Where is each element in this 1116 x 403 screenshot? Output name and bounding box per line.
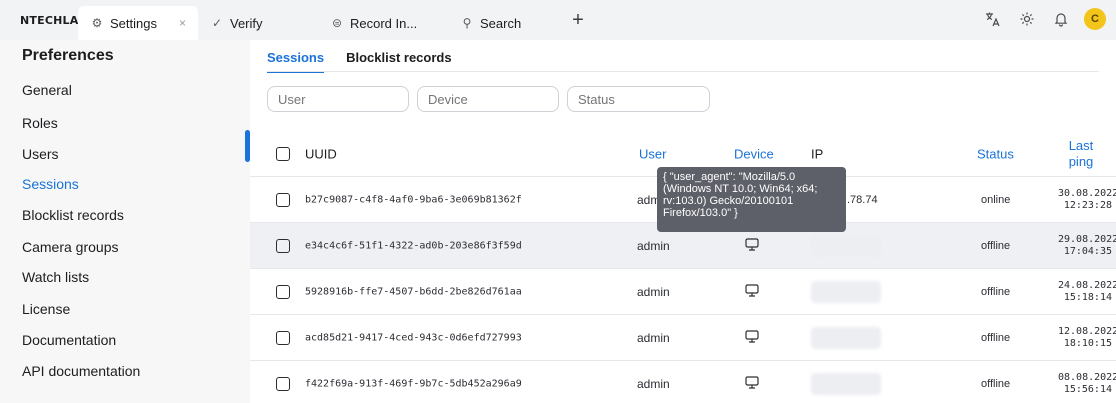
column-device[interactable]: Device (734, 147, 774, 162)
gear-icon: ⚙ (91, 16, 103, 30)
close-icon[interactable]: × (179, 16, 186, 30)
avatar[interactable]: C (1084, 8, 1106, 30)
tab-settings[interactable]: ⚙ Settings × (78, 6, 198, 40)
sidebar: Preferences General Roles Users Sessions… (0, 40, 250, 403)
sidebar-item-license[interactable]: License (22, 301, 70, 317)
session-uuid: f422f69a-913f-469f-9b7c-5db452a296a9 (305, 378, 522, 389)
ping-date: 29.08.2022 (1058, 233, 1116, 245)
session-last-ping: 29.08.2022 17:04:35 (1058, 234, 1116, 258)
session-status: offline (981, 377, 1011, 390)
sidebar-item-sessions[interactable]: Sessions (22, 176, 79, 192)
sidebar-title: Preferences (22, 47, 114, 64)
sidebar-item-general[interactable]: General (22, 82, 72, 98)
session-last-ping: 24.08.2022 15:18:14 (1058, 280, 1116, 304)
session-last-ping: 30.08.2022 12:23:28 (1058, 188, 1116, 212)
tab-record-index[interactable]: ⊜ Record In... (318, 6, 448, 40)
sidebar-item-api-documentation[interactable]: API documentation (22, 363, 140, 379)
sidebar-item-users[interactable]: Users (22, 146, 59, 162)
session-ip-redacted (811, 280, 881, 303)
record-icon: ⊜ (331, 16, 343, 30)
brand-logo[interactable]: NTECHLAB (0, 14, 87, 27)
ping-time: 12:23:28 (1063, 199, 1112, 211)
column-status[interactable]: Status (977, 147, 1014, 162)
row-checkbox[interactable] (276, 192, 290, 207)
tab-sessions[interactable]: Sessions (267, 50, 325, 73)
session-last-ping: 08.08.2022 15:56:14 (1058, 372, 1116, 396)
ping-time: 15:56:14 (1063, 383, 1112, 395)
session-uuid: acd85d21-9417-4ced-943c-0d6efd727993 (305, 332, 522, 343)
session-last-ping: 12.08.2022 18:10:15 (1058, 326, 1116, 350)
session-ip-redacted (811, 326, 881, 349)
user-filter-input[interactable] (267, 86, 409, 112)
top-tab-bar: NTECHLAB ⚙ Settings × ✓ Verify ⊜ Record … (0, 0, 1116, 40)
session-user: admin (637, 238, 670, 253)
column-ip: IP (811, 146, 824, 162)
monitor-icon[interactable] (745, 283, 759, 300)
subtabs: Sessions Blocklist records (267, 50, 452, 73)
sidebar-item-camera-groups[interactable]: Camera groups (22, 239, 119, 255)
tab-verify[interactable]: ✓ Verify (198, 6, 298, 40)
column-last-ping[interactable]: Last ping (1058, 138, 1104, 170)
row-checkbox[interactable] (276, 376, 290, 391)
ping-date: 24.08.2022 (1058, 279, 1116, 291)
tab-blocklist-records[interactable]: Blocklist records (346, 50, 452, 73)
session-uuid: 5928916b-ffe7-4507-b6dd-2be826d761aa (305, 286, 522, 297)
ping-date: 30.08.2022 (1058, 187, 1116, 199)
row-checkbox[interactable] (276, 330, 290, 345)
subtabs-divider (267, 71, 1099, 72)
column-uuid: UUID (305, 146, 337, 162)
tab-label: Verify (230, 15, 263, 31)
ping-date: 08.08.2022 (1058, 371, 1116, 383)
ping-time: 17:04:35 (1063, 245, 1112, 257)
tab-label: Settings (110, 15, 157, 31)
row-checkbox[interactable] (276, 284, 290, 299)
tab-label: Record In... (350, 15, 418, 31)
session-ip-redacted (811, 372, 881, 395)
tab-label: Search (480, 15, 522, 31)
table-row[interactable]: f422f69a-913f-469f-9b7c-5db452a296a9 adm… (250, 361, 1116, 403)
row-checkbox[interactable] (276, 238, 290, 253)
ping-time: 18:10:15 (1063, 337, 1112, 349)
bell-icon[interactable] (1050, 8, 1072, 30)
sidebar-item-blocklist-records[interactable]: Blocklist records (22, 207, 124, 223)
session-status: offline (981, 239, 1011, 252)
new-tab-button[interactable]: + (566, 10, 590, 30)
table-row[interactable]: 5928916b-ffe7-4507-b6dd-2be826d761aa adm… (250, 269, 1116, 315)
main-content: Sessions Blocklist records UUID User Dev… (250, 40, 1116, 403)
session-user: admin (637, 330, 670, 345)
device-filter-input[interactable] (417, 86, 559, 112)
translate-icon[interactable] (982, 8, 1004, 30)
tab-search[interactable]: ⚲ Search (448, 6, 558, 40)
theme-sun-icon[interactable] (1016, 8, 1038, 30)
column-user[interactable]: User (639, 147, 666, 162)
table-row[interactable]: acd85d21-9417-4ced-943c-0d6efd727993 adm… (250, 315, 1116, 361)
session-ip: .78.74 (847, 193, 878, 206)
session-status: online (981, 193, 1011, 206)
sidebar-item-watch-lists[interactable]: Watch lists (22, 269, 89, 285)
device-tooltip: { "user_agent": "Mozilla/5.0 (Windows NT… (657, 167, 846, 232)
select-all-checkbox[interactable] (276, 147, 290, 161)
status-filter-input[interactable] (567, 86, 710, 112)
session-user: admin (637, 284, 670, 299)
session-uuid: b27c9087-c4f8-4af0-9ba6-3e069b81362f (305, 194, 522, 205)
monitor-icon[interactable] (745, 375, 759, 392)
verify-icon: ✓ (211, 16, 223, 30)
search-icon: ⚲ (462, 16, 472, 30)
sidebar-item-roles[interactable]: Roles (22, 115, 58, 131)
session-status: offline (981, 331, 1011, 344)
session-uuid: e34c4c6f-51f1-4322-ad0b-203e86f3f59d (305, 240, 522, 251)
header-actions: C (982, 8, 1106, 30)
session-status: offline (981, 285, 1011, 298)
monitor-icon[interactable] (745, 237, 759, 254)
monitor-icon[interactable] (745, 329, 759, 346)
sidebar-item-documentation[interactable]: Documentation (22, 332, 116, 348)
session-ip-redacted (811, 234, 881, 257)
ping-date: 12.08.2022 (1058, 325, 1116, 337)
session-user: admin (637, 376, 670, 391)
ping-time: 15:18:14 (1063, 291, 1112, 303)
